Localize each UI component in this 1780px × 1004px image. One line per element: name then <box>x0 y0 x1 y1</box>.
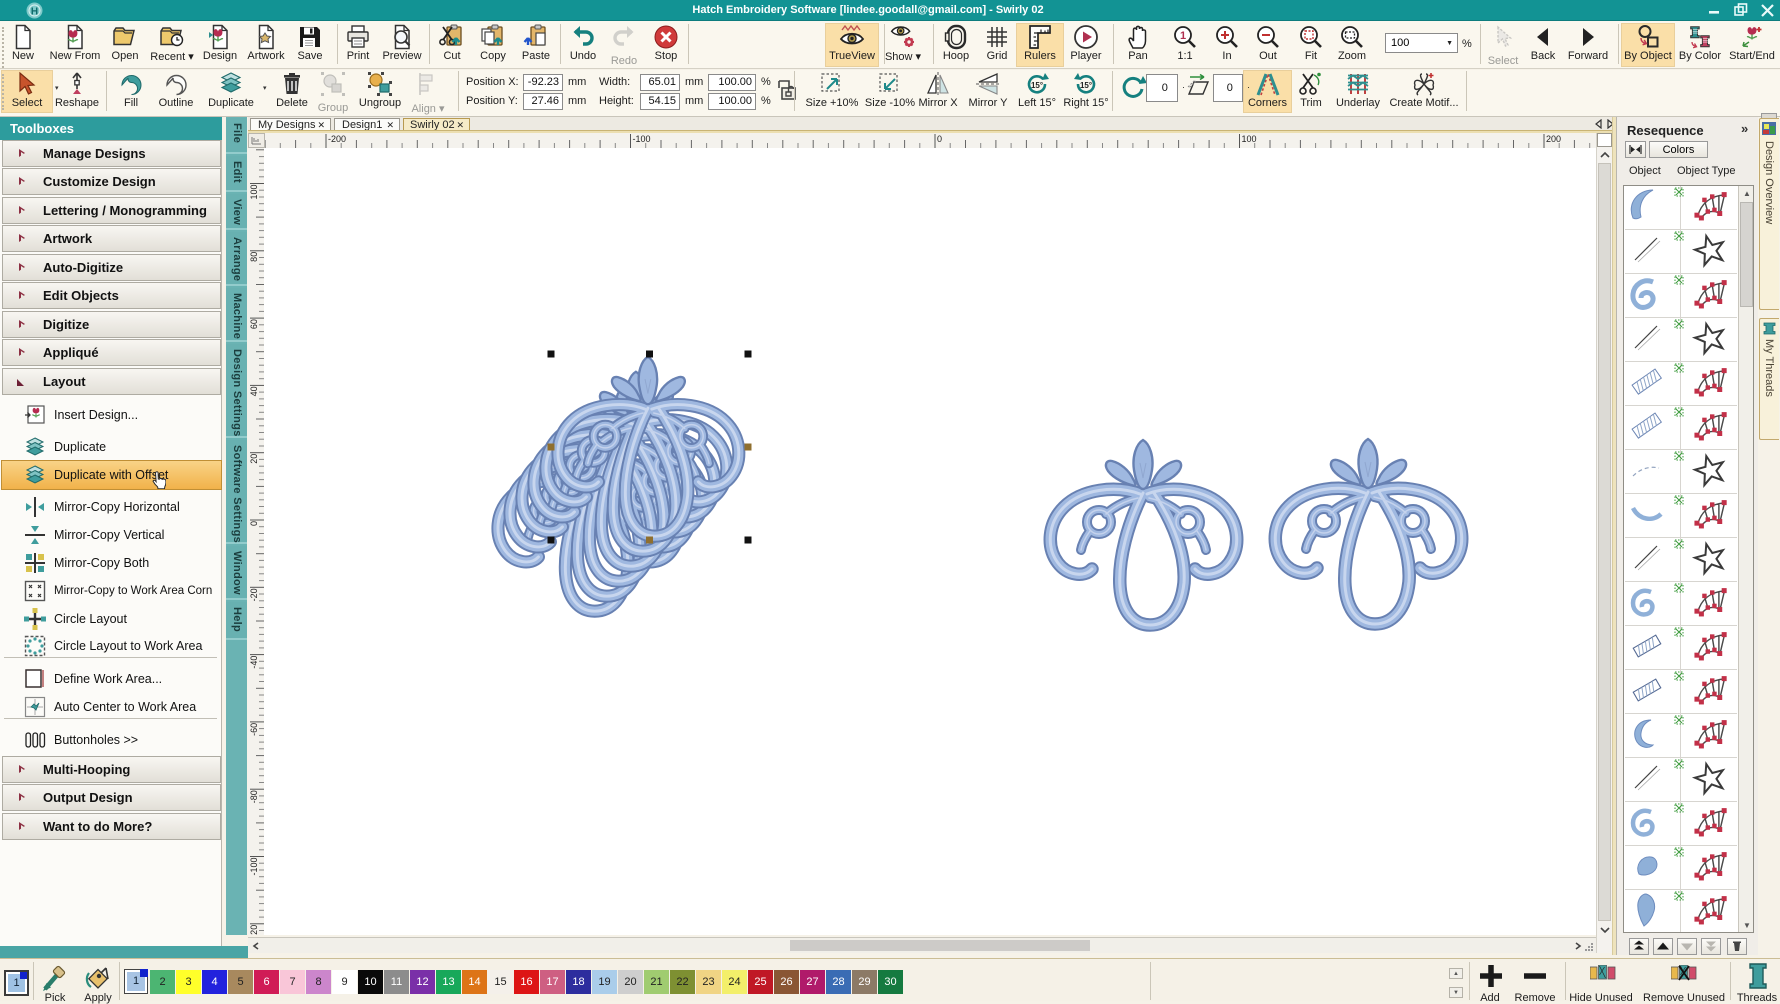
svg-text:100: 100 <box>249 185 259 200</box>
svg-text:-100: -100 <box>249 858 259 876</box>
svg-text:-100: -100 <box>633 134 651 144</box>
svg-text:15°: 15° <box>1031 81 1043 90</box>
svg-text:-20: -20 <box>249 588 259 601</box>
svg-text:0: 0 <box>937 134 942 144</box>
svg-text:-120: -120 <box>249 925 259 935</box>
svg-text:100: 100 <box>1242 134 1257 144</box>
svg-text:-60: -60 <box>249 723 259 736</box>
svg-text:0: 0 <box>249 521 259 526</box>
svg-text:1: 1 <box>1180 30 1186 42</box>
svg-text:-200: -200 <box>328 134 346 144</box>
svg-text:60: 60 <box>249 319 259 329</box>
svg-text:-40: -40 <box>249 656 259 669</box>
svg-text:15°: 15° <box>1080 81 1092 90</box>
svg-text:20: 20 <box>249 454 259 464</box>
svg-text:200: 200 <box>1546 134 1561 144</box>
svg-text:40: 40 <box>249 386 259 396</box>
svg-text:-80: -80 <box>249 790 259 803</box>
svg-text:80: 80 <box>249 252 259 262</box>
